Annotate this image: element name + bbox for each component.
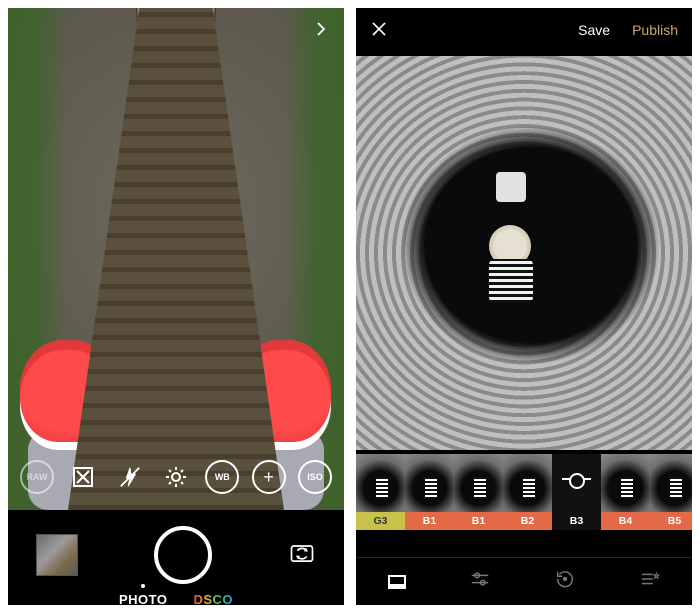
raw-toggle[interactable]: RAW bbox=[18, 458, 56, 496]
filter-b3-4[interactable]: B3 bbox=[552, 454, 601, 530]
tab-history[interactable] bbox=[554, 568, 576, 595]
raw-icon: RAW bbox=[20, 460, 54, 494]
tab-favorites[interactable] bbox=[639, 568, 661, 595]
publish-button[interactable]: Publish bbox=[632, 22, 678, 38]
image-subject-legs bbox=[496, 172, 526, 202]
brightness-toggle[interactable] bbox=[157, 458, 195, 496]
filter-b2-3[interactable]: B2 bbox=[503, 454, 552, 530]
viewfinder-top-controls bbox=[8, 8, 344, 55]
close-button[interactable] bbox=[370, 20, 388, 41]
filter-label: B4 bbox=[601, 512, 650, 530]
viewfinder-scene bbox=[8, 8, 344, 510]
filter-label: B1 bbox=[454, 512, 503, 530]
filter-label: B2 bbox=[503, 512, 552, 530]
list-star-icon bbox=[639, 568, 661, 590]
editor-image-preview[interactable] bbox=[356, 56, 692, 450]
viewfinder[interactable]: RAW bbox=[8, 8, 344, 510]
editor-tabs bbox=[356, 557, 692, 605]
mode-dsco[interactable]: DSCO bbox=[193, 592, 233, 605]
filter-strip[interactable]: G3B1B1B2B3B4B5B6 bbox=[356, 454, 692, 530]
mode-selector: PHOTO DSCO bbox=[8, 584, 344, 605]
filter-b1-2[interactable]: B1 bbox=[454, 454, 503, 530]
filter-label: B1 bbox=[405, 512, 454, 530]
filter-g3-0[interactable]: G3 bbox=[356, 454, 405, 530]
filter-label: B5 bbox=[650, 512, 692, 530]
camera-switch-button[interactable] bbox=[288, 539, 316, 572]
editor-screen: Save Publish G3B1B1B2B3B4B5B6 bbox=[356, 8, 692, 605]
plus-icon: + bbox=[252, 460, 286, 494]
iso-toggle[interactable]: ISO bbox=[296, 458, 334, 496]
next-chevron-icon[interactable] bbox=[312, 20, 330, 43]
focus-toggle[interactable]: + bbox=[250, 458, 288, 496]
camera-screen: RAW bbox=[8, 8, 344, 605]
tab-adjust[interactable] bbox=[469, 568, 491, 595]
grid-close-toggle[interactable] bbox=[64, 458, 102, 496]
shutter-button[interactable] bbox=[154, 526, 212, 584]
filter-b5-6[interactable]: B5 bbox=[650, 454, 692, 530]
iso-icon: ISO bbox=[298, 460, 332, 494]
save-button[interactable]: Save bbox=[578, 22, 610, 38]
white-balance-toggle[interactable]: WB bbox=[203, 458, 241, 496]
gallery-thumbnail[interactable] bbox=[36, 534, 78, 576]
mode-photo[interactable]: PHOTO bbox=[119, 592, 168, 605]
filter-b4-5[interactable]: B4 bbox=[601, 454, 650, 530]
editor-top-bar: Save Publish bbox=[356, 8, 692, 52]
flash-toggle[interactable] bbox=[111, 458, 149, 496]
sliders-icon bbox=[469, 568, 491, 590]
filter-intensity-knob[interactable] bbox=[562, 478, 591, 480]
tab-presets[interactable] bbox=[388, 575, 406, 589]
filter-label: G3 bbox=[356, 512, 405, 530]
filter-label: B3 bbox=[552, 512, 601, 530]
image-subject bbox=[489, 229, 533, 329]
filter-b1-1[interactable]: B1 bbox=[405, 454, 454, 530]
presets-icon bbox=[388, 575, 406, 589]
camera-bottom-bar: PHOTO DSCO bbox=[8, 510, 344, 605]
history-icon bbox=[554, 568, 576, 590]
wb-icon: WB bbox=[205, 460, 239, 494]
viewfinder-bottom-controls: RAW bbox=[8, 448, 344, 510]
